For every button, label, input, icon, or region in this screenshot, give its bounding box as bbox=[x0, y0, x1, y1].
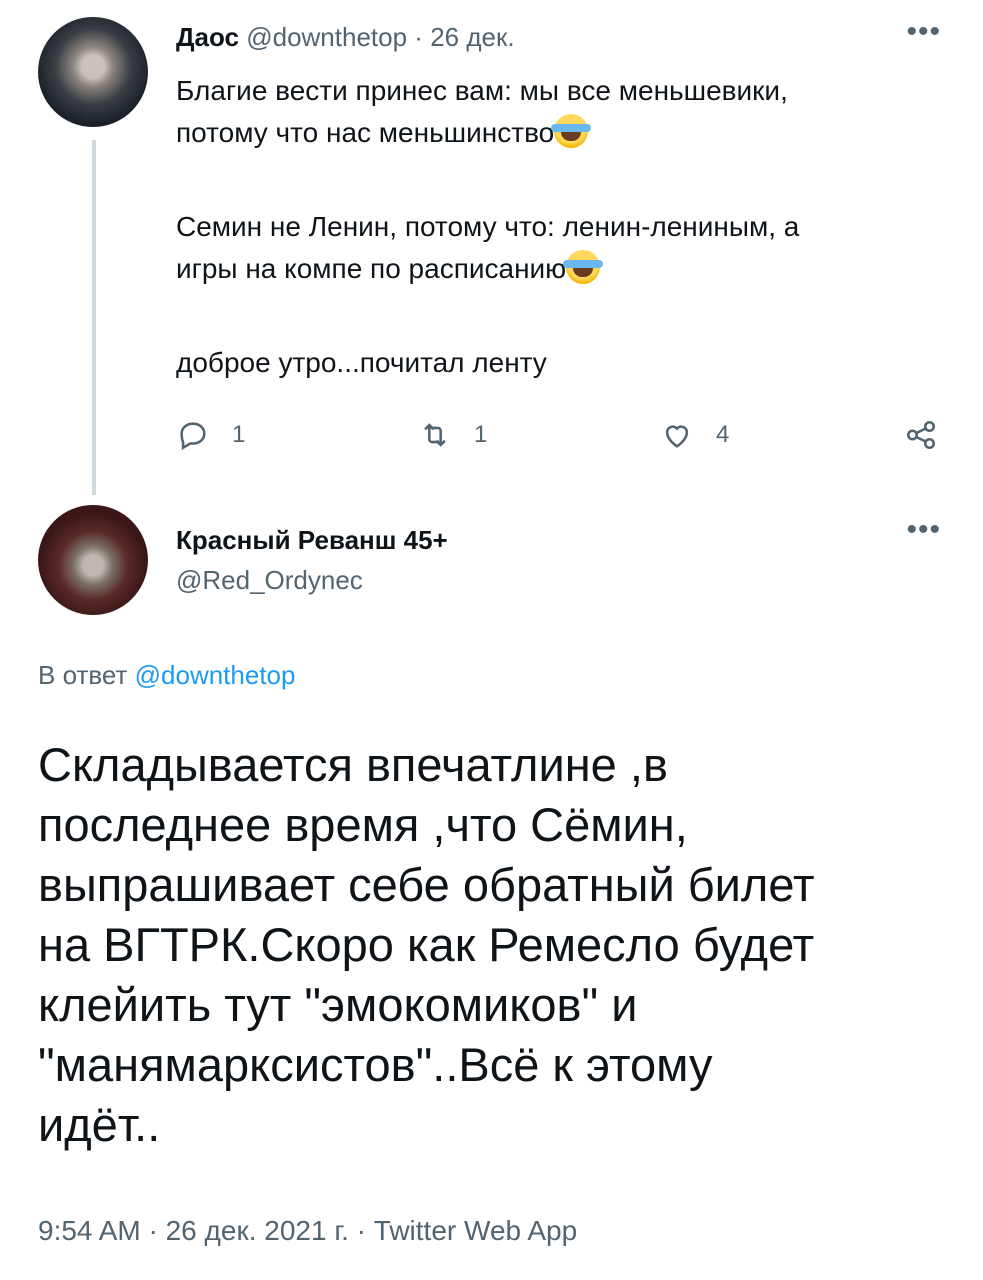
tweet1-line-2-wrap: потому что нас меньшинство bbox=[176, 112, 946, 154]
heart-icon bbox=[665, 425, 689, 448]
tweet2-more-icon[interactable]: ••• bbox=[906, 515, 941, 545]
retweet-icon bbox=[424, 423, 446, 447]
tweet2-text: Складывается впечатлине ,в последнее вре… bbox=[38, 735, 938, 1155]
tweet1-header: Даос @downthetop · 26 дек. bbox=[176, 22, 515, 53]
like-button[interactable]: 4 bbox=[660, 415, 729, 455]
reply-button[interactable]: 1 bbox=[176, 415, 245, 455]
tweet2-timestamp[interactable]: 9:54 AM · 26 дек. 2021 г. · Twitter Web … bbox=[38, 1215, 577, 1247]
share-button[interactable] bbox=[904, 415, 938, 455]
reply-icon bbox=[180, 422, 206, 451]
tweet1-handle[interactable]: @downthetop bbox=[246, 22, 407, 52]
retweet-count: 1 bbox=[474, 421, 488, 448]
tweet1-line-5: доброе утро...почитал ленту bbox=[176, 347, 547, 378]
tweet1-author-name[interactable]: Даос bbox=[176, 22, 239, 52]
tweet2-handle[interactable]: @Red_Ordynec bbox=[176, 565, 363, 596]
tears-of-joy-emoji-icon bbox=[563, 250, 604, 284]
tweet1-line-4-wrap: игры на компе по расписанию bbox=[176, 248, 946, 290]
reply-context: В ответ @downthetop bbox=[38, 660, 295, 691]
tweet1-separator: · bbox=[414, 22, 423, 52]
tweet1-line-1: Благие вести принес вам: мы все меньшеви… bbox=[176, 75, 788, 106]
tears-of-joy-emoji-icon bbox=[551, 114, 592, 148]
tweet1-more-icon[interactable]: ••• bbox=[906, 17, 941, 47]
tweet2-line: идёт.. bbox=[38, 1098, 161, 1151]
share-icon bbox=[906, 420, 936, 450]
thread-line bbox=[92, 140, 96, 495]
like-count: 4 bbox=[716, 421, 730, 448]
tweet2-line: Складывается впечатлине ,в bbox=[38, 738, 668, 791]
tweet2-line: выпрашивает себе обратный билет bbox=[38, 858, 815, 911]
tweet2-line: последнее время ,что Сёмин, bbox=[38, 798, 688, 851]
reply-prefix: В ответ bbox=[38, 660, 128, 690]
tweet1-line-2: потому что нас меньшинство bbox=[176, 117, 555, 148]
tweet1-date[interactable]: 26 дек. bbox=[430, 22, 514, 52]
avatar-daos[interactable] bbox=[38, 17, 148, 127]
tweet2-author-name[interactable]: Красный Реванш 45+ bbox=[176, 525, 448, 556]
avatar-red-revansh[interactable] bbox=[38, 505, 148, 615]
reply-handle-link[interactable]: @downthetop bbox=[135, 660, 296, 690]
retweet-button[interactable]: 1 bbox=[418, 415, 487, 455]
tweet1-line-4: игры на компе по расписанию bbox=[176, 253, 567, 284]
tweet2-line: клейить тут "эмокомиков" и bbox=[38, 978, 638, 1031]
reply-count: 1 bbox=[232, 421, 246, 448]
tweet1-line-3: Семин не Ленин, потому что: ленин-ленины… bbox=[176, 211, 800, 242]
tweet2-line: на ВГТРК.Скоро как Ремесло будет bbox=[38, 918, 815, 971]
tweet2-line: "манямарксистов"..Всё к этому bbox=[38, 1038, 713, 1091]
